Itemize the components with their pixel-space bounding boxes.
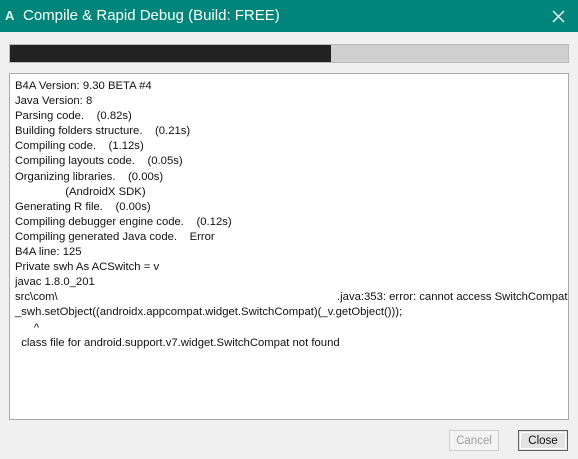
log-line: Parsing code. (0.82s): [15, 110, 132, 123]
app-logo-icon: A: [5, 8, 15, 23]
log-line: src\com\ .java:353: error: cannot access…: [15, 291, 568, 304]
compile-log[interactable]: B4A Version: 9.30 BETA #4 Java Version: 8…: [9, 73, 569, 420]
close-button[interactable]: Close: [518, 430, 568, 451]
log-line: Java Version: 8: [15, 95, 93, 108]
log-line: javac 1.8.0_201: [15, 276, 95, 289]
log-line: ^: [15, 321, 40, 334]
cancel-button[interactable]: Cancel: [449, 430, 499, 451]
log-line: Compiling layouts code. (0.05s): [15, 155, 183, 168]
log-line: B4A Version: 9.30 BETA #4: [15, 80, 152, 92]
log-line: Private swh As ACSwitch = v: [15, 261, 160, 274]
close-icon: [552, 10, 564, 22]
log-line: Compiling generated Java code. Error: [15, 230, 215, 243]
log-line: class file for android.support.v7.widget…: [15, 336, 340, 349]
log-line: (AndroidX SDK): [15, 185, 146, 198]
log-line: Generating R file. (0.00s): [15, 200, 151, 213]
progress-fill: [10, 45, 331, 62]
log-line: Building folders structure. (0.21s): [15, 125, 191, 138]
close-window-button[interactable]: [546, 4, 570, 28]
log-line: Compiling code. (1.12s): [15, 140, 144, 153]
log-line: B4A line: 125: [15, 246, 82, 259]
log-line: _swh.setObject((androidx.appcompat.widge…: [15, 306, 403, 319]
window-title: Compile & Rapid Debug (Build: FREE): [23, 7, 280, 24]
progress-bar: [9, 44, 569, 63]
log-line: Organizing libraries. (0.00s): [15, 170, 164, 183]
title-bar: A Compile & Rapid Debug (Build: FREE): [0, 0, 578, 32]
log-line: Compiling debugger engine code. (0.12s): [15, 215, 232, 228]
